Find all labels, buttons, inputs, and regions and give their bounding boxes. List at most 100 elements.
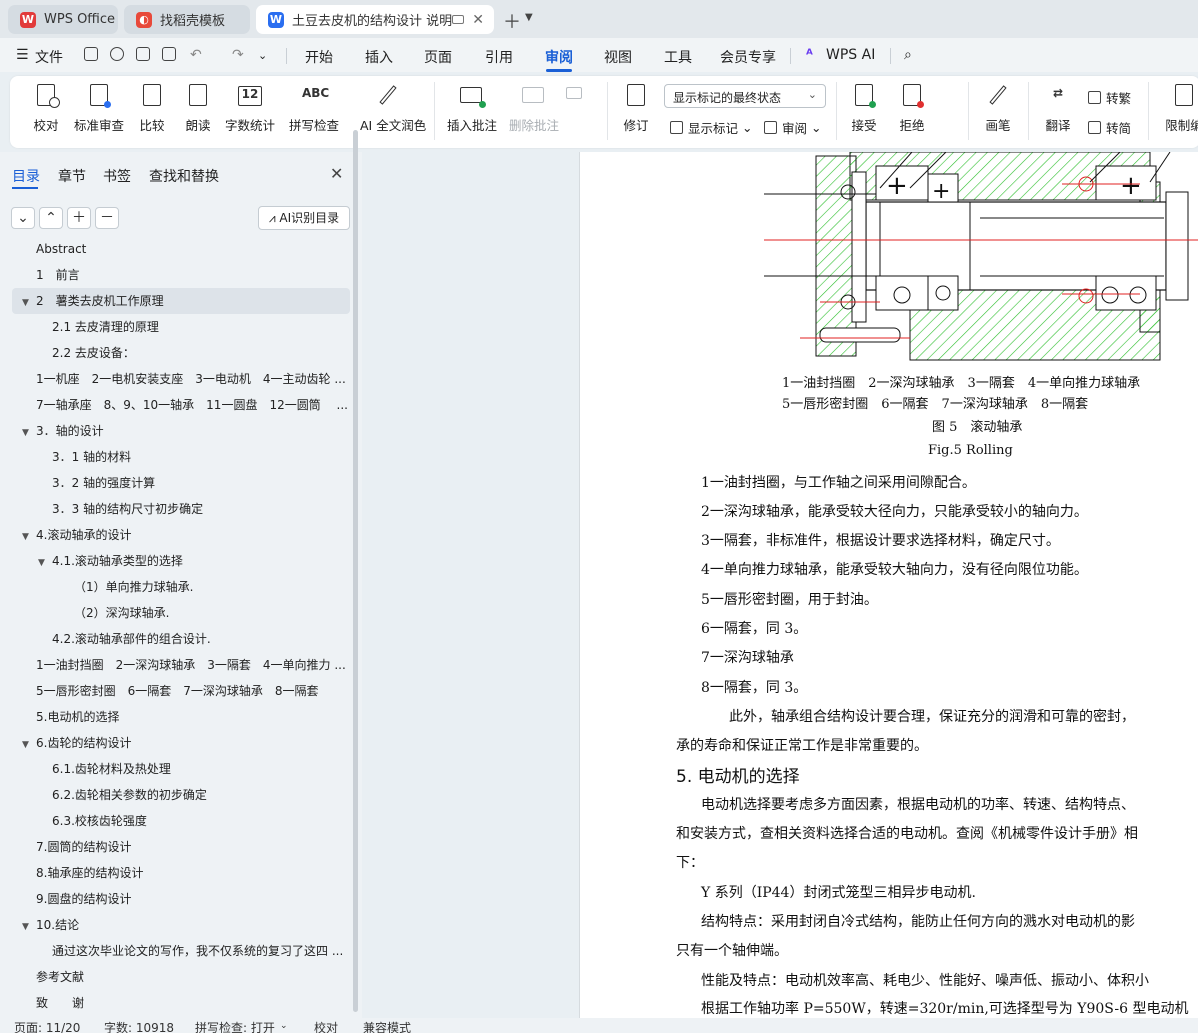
menu-wps-ai[interactable]: WPS AI <box>826 47 875 63</box>
save-icon[interactable] <box>84 47 98 61</box>
print-preview-icon[interactable] <box>162 47 176 61</box>
toc-item[interactable]: ▼ 3．轴的设计 <box>22 418 350 444</box>
delete-comment-button[interactable]: 删除批注 <box>506 84 562 134</box>
track-changes-button[interactable]: 修订 <box>608 84 664 134</box>
tab-find-replace[interactable]: 查找和替换 <box>149 166 219 186</box>
restrict-edit-button[interactable]: 限制编 <box>1156 84 1198 134</box>
proofread-button[interactable]: 校对 <box>18 84 74 134</box>
read-aloud-button[interactable]: 朗读 <box>170 84 226 134</box>
toc-item[interactable]: 致 谢 <box>22 990 350 1016</box>
ai-polish-button[interactable]: AI 全文润色 <box>360 84 426 134</box>
toc-item[interactable]: 3．1 轴的材料 <box>22 444 350 470</box>
review-pane-button[interactable]: 审阅 ⌄ <box>764 118 821 137</box>
close-icon[interactable]: ✕ <box>330 164 343 183</box>
search-icon[interactable]: ⌕ <box>904 47 912 63</box>
to-simplified-button[interactable]: 转简 <box>1088 118 1131 137</box>
toc-item[interactable]: ▼ 4.1.滚动轴承类型的选择 <box>22 548 350 574</box>
chevron-down-icon[interactable]: ⌄ <box>280 1021 288 1031</box>
expand-toggle-icon[interactable]: ▼ <box>22 524 36 548</box>
ai-toc-button[interactable]: ⩘ AI识别目录 <box>258 206 350 230</box>
toc-item[interactable]: ▼ 4.滚动轴承的设计 <box>22 522 350 548</box>
reject-button[interactable]: 拒绝 <box>884 84 940 134</box>
monitor-icon[interactable] <box>452 15 464 24</box>
menu-review[interactable]: 审阅 <box>545 47 573 67</box>
toc-item[interactable]: 6.3.校核齿轮强度 <box>22 808 350 834</box>
menu-home[interactable]: 开始 <box>305 47 333 67</box>
toc-item[interactable]: 6.2.齿轮相关参数的初步确定 <box>22 782 350 808</box>
to-traditional-button[interactable]: 转繁 <box>1088 88 1131 107</box>
toc-item[interactable]: 通过这次毕业论文的写作，我不仅系统的复习了这四 ... <box>22 938 350 964</box>
toc-item[interactable]: 4.2.滚动轴承部件的组合设计. <box>22 626 350 652</box>
toc-item[interactable]: （1）单向推力球轴承. <box>22 574 350 600</box>
expand-toggle-icon[interactable]: ▼ <box>22 732 36 756</box>
insert-comment-icon <box>460 84 486 108</box>
toc-item[interactable]: 9.圆盘的结构设计 <box>22 886 350 912</box>
insert-comment-button[interactable]: 插入批注 <box>444 84 500 134</box>
close-tab-icon[interactable]: ✕ <box>472 12 484 28</box>
more-icon[interactable]: ⌄ <box>258 49 267 62</box>
spell-check-status[interactable]: 拼写检查: 打开 <box>195 1019 275 1033</box>
add-heading-icon[interactable]: ＋ <box>67 207 91 229</box>
menu-page[interactable]: 页面 <box>424 47 452 67</box>
toc-item[interactable]: 1一油封挡圈 2一深沟球轴承 3一隔套 4一单向推力 ... <box>22 652 350 678</box>
toc-scrollbar[interactable] <box>353 130 358 1012</box>
proof-status[interactable]: 校对 <box>314 1019 338 1033</box>
page-indicator[interactable]: 页面: 11/20 <box>14 1019 80 1033</box>
toc-item[interactable]: （2）深沟球轴承. <box>22 600 350 626</box>
expand-toggle-icon[interactable]: ▼ <box>22 290 36 314</box>
expand-toggle-icon[interactable]: ▼ <box>22 420 36 444</box>
prev-comment-icon[interactable] <box>564 84 592 108</box>
menu-tools[interactable]: 工具 <box>664 47 692 67</box>
toc-item[interactable]: ▼ 6.齿轮的结构设计 <box>22 730 350 756</box>
word-count[interactable]: 字数: 10918 <box>104 1019 174 1033</box>
chevron-down-icon[interactable]: ▼ <box>525 12 533 23</box>
translate-button[interactable]: ⇄ 翻译 <box>1030 84 1086 134</box>
menu-icon[interactable]: ☰ <box>16 47 29 63</box>
markup-mode-select[interactable]: 显示标记的最终状态 ⌄ <box>664 84 826 108</box>
share-icon[interactable] <box>110 47 124 61</box>
tab-bookmarks[interactable]: 书签 <box>103 166 131 186</box>
tab-label: 找稻壳模板 <box>160 14 226 29</box>
toc-item[interactable]: Abstract <box>22 238 350 262</box>
toc-item[interactable]: 3．3 轴的结构尺寸初步确定 <box>22 496 350 522</box>
tab-template[interactable]: ◐ 找稻壳模板 <box>124 5 250 34</box>
button-label: 限制编 <box>1165 118 1198 133</box>
new-tab-icon[interactable]: ＋ <box>503 8 521 34</box>
remove-heading-icon[interactable]: － <box>95 207 119 229</box>
toc-item[interactable]: ▼ 10.结论 <box>22 912 350 938</box>
word-count-button[interactable]: 12 字数统计 <box>222 84 278 134</box>
toc-item[interactable]: 1一机座 2一电机安装支座 3一电动机 4一主动齿轮 ... <box>22 366 350 392</box>
redo-icon[interactable]: ↷ <box>232 47 244 63</box>
undo-icon[interactable]: ↶ <box>190 47 202 63</box>
toc-item[interactable]: 2.1 去皮清理的原理 <box>22 314 350 340</box>
tab-document[interactable]: W 土豆去皮机的结构设计 说明书 ✕ <box>256 5 494 34</box>
expand-toggle-icon[interactable]: ▼ <box>38 550 52 574</box>
expand-up-icon[interactable]: ⌃ <box>39 207 63 229</box>
menu-member[interactable]: 会员专享 <box>720 47 776 67</box>
toc-item[interactable]: 8.轴承座的结构设计 <box>22 860 350 886</box>
toc-item[interactable]: 7.圆筒的结构设计 <box>22 834 350 860</box>
collapse-all-icon[interactable]: ⌄ <box>11 207 35 229</box>
menu-view[interactable]: 视图 <box>604 47 632 67</box>
standard-review-button[interactable]: 标准审查 <box>71 84 127 134</box>
tab-wps-office[interactable]: W WPS Office <box>8 5 118 34</box>
toc-item[interactable]: 2.2 去皮设备： <box>22 340 350 366</box>
menu-insert[interactable]: 插入 <box>365 47 393 67</box>
menu-file[interactable]: 文件 <box>35 47 63 67</box>
toc-item[interactable]: 参考文献 <box>22 964 350 990</box>
spell-check-button[interactable]: ABC 拼写检查 <box>286 84 342 134</box>
toc-item[interactable]: 6.1.齿轮材料及热处理 <box>22 756 350 782</box>
expand-toggle-icon[interactable]: ▼ <box>22 914 36 938</box>
toc-item[interactable]: ▼ 2 薯类去皮机工作原理 <box>12 288 350 314</box>
toc-item[interactable]: 7一轴承座 8、9、10一轴承 11一圆盘 12一圆筒 ... <box>22 392 350 418</box>
show-markup-button[interactable]: 显示标记 ⌄ <box>670 118 752 137</box>
pen-button[interactable]: 画笔 <box>970 84 1026 134</box>
menu-references[interactable]: 引用 <box>485 47 513 67</box>
print-icon[interactable] <box>136 47 150 61</box>
toc-item[interactable]: 3．2 轴的强度计算 <box>22 470 350 496</box>
toc-item[interactable]: 1 前言 <box>22 262 350 288</box>
tab-chapters[interactable]: 章节 <box>58 166 86 186</box>
toc-item[interactable]: 5一唇形密封圈 6一隔套 7一深沟球轴承 8一隔套 <box>22 678 350 704</box>
tab-toc[interactable]: 目录 <box>12 166 40 186</box>
toc-item[interactable]: 5.电动机的选择 <box>22 704 350 730</box>
